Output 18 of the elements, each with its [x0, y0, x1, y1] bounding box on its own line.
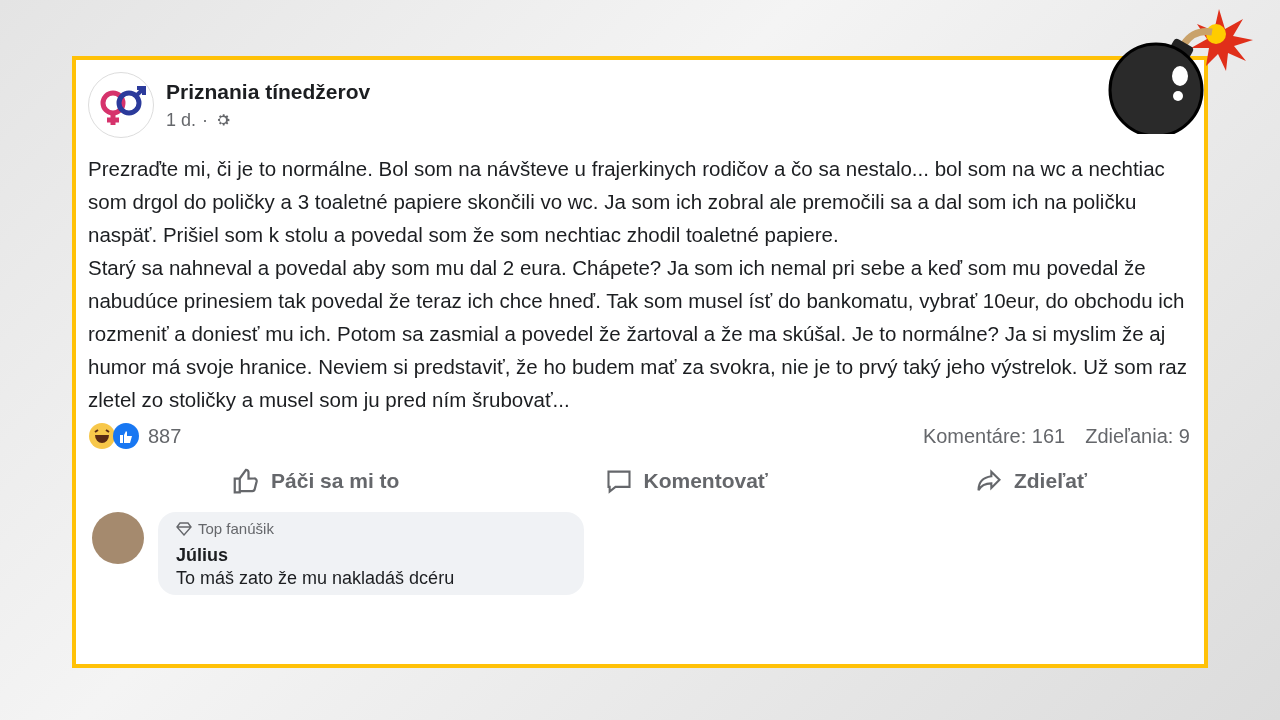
- like-reaction-icon: [112, 422, 140, 450]
- comment-author[interactable]: Július: [176, 545, 566, 566]
- page-name[interactable]: Priznania tínedžerov: [166, 79, 371, 104]
- comment-text: To máš zato že mu nakladáš dcéru: [176, 568, 456, 589]
- post-time[interactable]: 1 d.: [166, 109, 197, 131]
- post-text: Prezraďte mi, či je to normálne. Bol som na návšteve u frajerkinych rodičov a čo sa nestalo... bol som na wc a nechtiac som drgol do poličky a 3 toaletné papiere skončili vo wc. Ja som ich zobral ale premočili sa a dal som ich na poličku naspäť. Prišiel som k stolu a povedal som že som nechtiac zhodil toaletné papiere.: [88, 156, 1166, 248]
- comment-count[interactable]: Komentáre: 161: [922, 424, 1066, 448]
- like-button[interactable]: Páči sa mi to: [211, 458, 420, 504]
- diamond-icon: [176, 521, 192, 536]
- reaction-count[interactable]: 887: [148, 424, 182, 448]
- share-button[interactable]: Zdieľať: [953, 458, 1107, 504]
- comment-button[interactable]: Komentovať: [585, 458, 788, 504]
- laughing-emoji-icon: [88, 422, 116, 450]
- avatar-placeholder: [92, 512, 144, 564]
- post-text: Starý sa nahneval a povedal aby som mu dal 2 eura. Chápete? Ja som ich nemal pri sebe a keď som mu povedal že nabudúce prinesiem tak povedal že teraz ich chce hneď. Tak som musel ísť do bankomatu, vybrať 10eur, do obchodu ich rozmeniť a doniesť mu ich. Potom sa zasmial a povedel že žartoval a že ma skúšal. Je to normálne? Ja si myslim že aj humor má svoje hranice. Neviem si predstaviť, že ho budem mať za svokra, nie je to prvý taký jeho výstrelok. Už som raz zletel zo stoličky a musel som ju pred ním šrubovať...: [88, 255, 1188, 413]
- dot-separator: ·: [202, 109, 209, 131]
- fan-label: Top fanúšik: [198, 520, 274, 537]
- share-count[interactable]: Zdieľania: 9: [1085, 424, 1190, 448]
